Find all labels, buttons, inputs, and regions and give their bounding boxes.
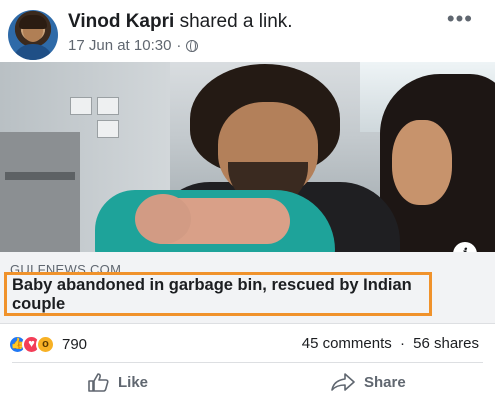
comments-count[interactable]: 45 comments xyxy=(302,335,392,352)
meta-separator: · xyxy=(176,37,182,54)
link-title[interactable]: Baby abandoned in garbage bin, rescued b… xyxy=(12,276,432,314)
share-label: Share xyxy=(364,373,406,391)
image-socket xyxy=(97,120,119,138)
image-baby-head xyxy=(135,194,191,244)
shares-count[interactable]: 56 shares xyxy=(413,335,479,352)
post-timestamp[interactable]: 17 Jun at 10:30 xyxy=(68,37,171,54)
post-header: Vinod Kapri shared a link. 17 Jun at 10:… xyxy=(0,0,495,62)
image-woman-face xyxy=(392,120,452,205)
more-options-icon[interactable]: ••• xyxy=(447,6,473,32)
author-line: Vinod Kapri shared a link. xyxy=(68,11,293,33)
like-button[interactable]: Like xyxy=(88,370,148,394)
share-button[interactable]: Share xyxy=(330,370,406,394)
avatar-hair xyxy=(19,15,47,29)
author-name[interactable]: Vinod Kapri xyxy=(68,11,174,32)
wow-reaction-icon: o xyxy=(36,334,55,354)
engagement-separator: · xyxy=(399,335,405,352)
author-action-text: shared a link. xyxy=(179,11,293,32)
post-meta: 17 Jun at 10:30 · xyxy=(68,37,199,54)
reaction-count: 790 xyxy=(62,335,88,353)
image-socket xyxy=(70,97,92,115)
like-label: Like xyxy=(118,373,149,391)
engagement-counts: 45 comments · 56 shares xyxy=(302,335,479,352)
thumbs-up-icon xyxy=(88,373,109,392)
image-socket xyxy=(97,97,119,115)
action-divider xyxy=(12,362,483,363)
avatar[interactable] xyxy=(8,10,58,60)
image-shelf xyxy=(0,132,80,252)
image-shelf-edge xyxy=(5,172,75,180)
avatar-shirt xyxy=(12,44,54,60)
link-preview-image[interactable] xyxy=(0,62,495,252)
share-arrow-icon xyxy=(331,373,355,391)
globe-icon[interactable] xyxy=(186,39,199,52)
reactions-summary[interactable]: 👍 ♥ o 790 xyxy=(8,333,87,355)
